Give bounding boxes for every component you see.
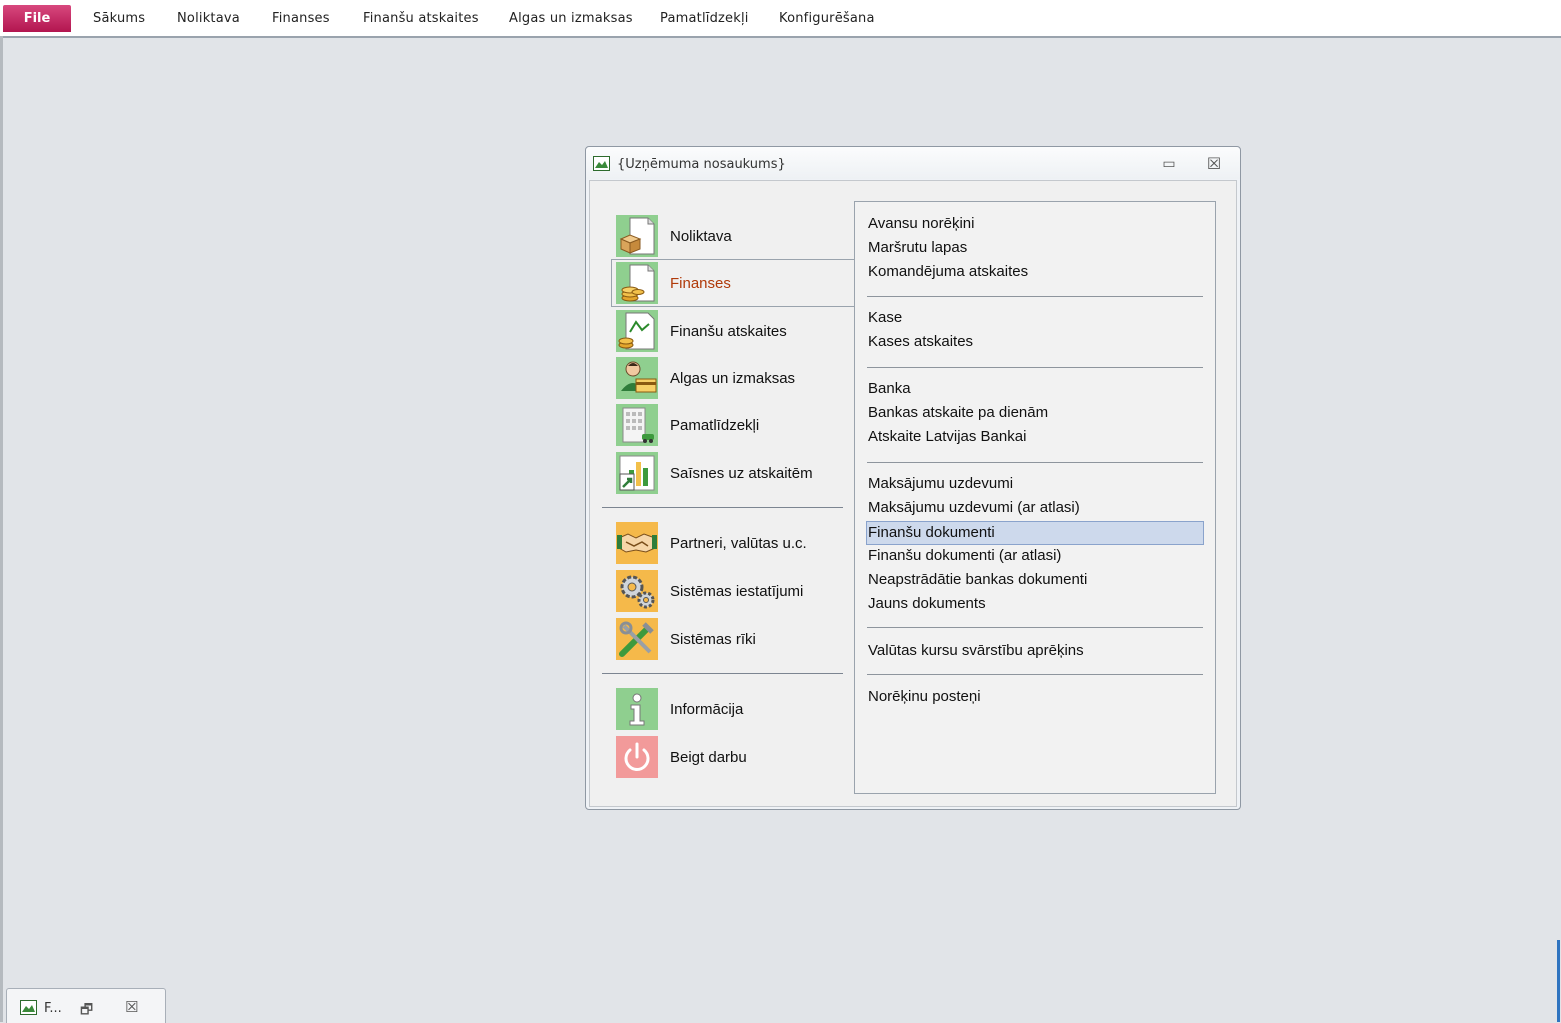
power-icon bbox=[616, 736, 658, 778]
window-title-bar[interactable]: {Uzņēmuma nosaukums} ▭ ☒ bbox=[586, 147, 1240, 179]
fixed-assets-building-icon bbox=[616, 404, 658, 446]
minimized-window[interactable]: F... 🗗 ☒ bbox=[6, 988, 166, 1023]
tab-konfieguresana[interactable]: Konfigurēšana bbox=[779, 11, 875, 26]
file-tab[interactable]: File bbox=[3, 5, 71, 32]
nav-label: Partneri, valūtas u.c. bbox=[670, 535, 807, 552]
gears-icon bbox=[616, 570, 658, 612]
link-bankas-atskaite[interactable]: Bankas atskaite pa dienām bbox=[867, 402, 1048, 424]
nav-label: Saīsnes uz atskaitēm bbox=[670, 465, 813, 482]
link-jauns-dokuments[interactable]: Jauns dokuments bbox=[867, 593, 986, 615]
link-banka[interactable]: Banka bbox=[867, 378, 911, 400]
tab-sakums[interactable]: Sākums bbox=[93, 11, 145, 26]
nav-label: Algas un izmaksas bbox=[670, 370, 796, 387]
nav-separator bbox=[602, 507, 843, 508]
link-kase[interactable]: Kase bbox=[867, 307, 902, 329]
link-neapstradatie-dokumenti[interactable]: Neapstrādātie bankas dokumenti bbox=[867, 569, 1087, 591]
nav-label: Finanšu atskaites bbox=[670, 323, 787, 340]
nav-label: Informācija bbox=[670, 701, 744, 718]
minimized-title: F... bbox=[44, 1001, 62, 1016]
ribbon: File Sākums Noliktava Finanses Finanšu a… bbox=[0, 0, 1561, 38]
nav-item-sistemas-iestatijumi[interactable]: Sistēmas iestatījumi bbox=[590, 569, 850, 613]
switchboard-window: {Uzņēmuma nosaukums} ▭ ☒ Noliktava Finan… bbox=[585, 146, 1241, 810]
nav-item-finansu-atskaites[interactable]: Finanšu atskaites bbox=[590, 309, 850, 353]
restore-icon[interactable]: 🗗 bbox=[80, 999, 93, 1023]
finance-coins-icon bbox=[616, 262, 658, 304]
report-shortcut-icon bbox=[616, 452, 658, 494]
nav-label: Sistēmas rīki bbox=[670, 631, 756, 648]
link-atskaite-latvijas-bankai[interactable]: Atskaite Latvijas Bankai bbox=[867, 426, 1026, 448]
panel-separator bbox=[867, 674, 1203, 675]
tab-finansu-atskaites[interactable]: Finanšu atskaites bbox=[363, 11, 479, 26]
link-finansu-dokumenti[interactable]: Finanšu dokumenti bbox=[866, 521, 1204, 545]
link-komandejuma-atskaites[interactable]: Komandējuma atskaites bbox=[867, 261, 1028, 283]
tab-noliktava[interactable]: Noliktava bbox=[177, 11, 240, 26]
nav-item-saisnes[interactable]: Saīsnes uz atskaitēm bbox=[590, 451, 850, 495]
minimize-icon[interactable]: ▭ bbox=[1160, 157, 1178, 171]
nav-label: Sistēmas iestatījumi bbox=[670, 583, 804, 600]
link-valutas-kursu[interactable]: Valūtas kursu svārstību aprēķins bbox=[867, 640, 1084, 662]
panel-separator bbox=[867, 462, 1203, 463]
nav-label: Pamatlīdzekļi bbox=[670, 417, 760, 434]
nav-item-finanses[interactable]: Finanses bbox=[590, 261, 850, 305]
tab-pamatlidzekli[interactable]: Pamatlīdzekļi bbox=[660, 11, 749, 26]
nav-item-partneri[interactable]: Partneri, valūtas u.c. bbox=[590, 521, 850, 565]
nav-item-algas[interactable]: Algas un izmaksas bbox=[590, 356, 850, 400]
tools-icon bbox=[616, 618, 658, 660]
warehouse-box-icon bbox=[616, 215, 658, 257]
tab-algas-un-izmaksas[interactable]: Algas un izmaksas bbox=[509, 11, 633, 26]
nav-item-pamatlidzekli[interactable]: Pamatlīdzekļi bbox=[590, 403, 850, 447]
link-kases-atskaites[interactable]: Kases atskaites bbox=[867, 331, 973, 353]
window-body: Noliktava Finanses Finanšu atskaites Alg… bbox=[589, 180, 1237, 807]
panel-separator bbox=[867, 627, 1203, 628]
nav-label: Beigt darbu bbox=[670, 749, 747, 766]
link-finansu-dokumenti-atlase[interactable]: Finanšu dokumenti (ar atlasi) bbox=[867, 545, 1061, 567]
close-icon[interactable]: ☒ bbox=[125, 998, 138, 1016]
tab-finanses[interactable]: Finanses bbox=[272, 11, 330, 26]
nav-item-noliktava[interactable]: Noliktava bbox=[590, 214, 850, 258]
finance-report-chart-icon bbox=[616, 310, 658, 352]
close-icon[interactable]: ☒ bbox=[1205, 156, 1223, 172]
salary-person-card-icon bbox=[616, 357, 658, 399]
info-icon bbox=[616, 688, 658, 730]
nav-item-sistemas-riki[interactable]: Sistēmas rīki bbox=[590, 617, 850, 661]
nav-item-informacija[interactable]: Informācija bbox=[590, 687, 850, 731]
panel-separator bbox=[867, 367, 1203, 368]
link-norekinu-postenji[interactable]: Norēķinu posteņi bbox=[867, 686, 981, 708]
nav-label: Noliktava bbox=[670, 228, 732, 245]
link-maksajumu-uzdevumi[interactable]: Maksājumu uzdevumi bbox=[867, 473, 1013, 495]
app-icon bbox=[20, 1000, 37, 1015]
window-title: {Uzņēmuma nosaukums} bbox=[617, 157, 786, 172]
nav-label: Finanses bbox=[670, 275, 731, 292]
handshake-icon bbox=[616, 522, 658, 564]
nav-item-beigt-darbu[interactable]: Beigt darbu bbox=[590, 735, 850, 779]
workspace-left-border bbox=[0, 36, 3, 1022]
link-marsrutu-lapas[interactable]: Maršrutu lapas bbox=[867, 237, 967, 259]
nav-separator bbox=[602, 673, 843, 674]
link-maksajumu-uzdevumi-atlase[interactable]: Maksājumu uzdevumi (ar atlasi) bbox=[867, 497, 1080, 519]
app-icon bbox=[593, 156, 610, 171]
submenu-panel: Avansu norēķini Maršrutu lapas Komandēju… bbox=[854, 201, 1216, 794]
panel-separator bbox=[867, 296, 1203, 297]
workspace-scroll-marker bbox=[1557, 940, 1560, 1022]
link-avansu-noreekini[interactable]: Avansu norēķini bbox=[867, 213, 974, 235]
